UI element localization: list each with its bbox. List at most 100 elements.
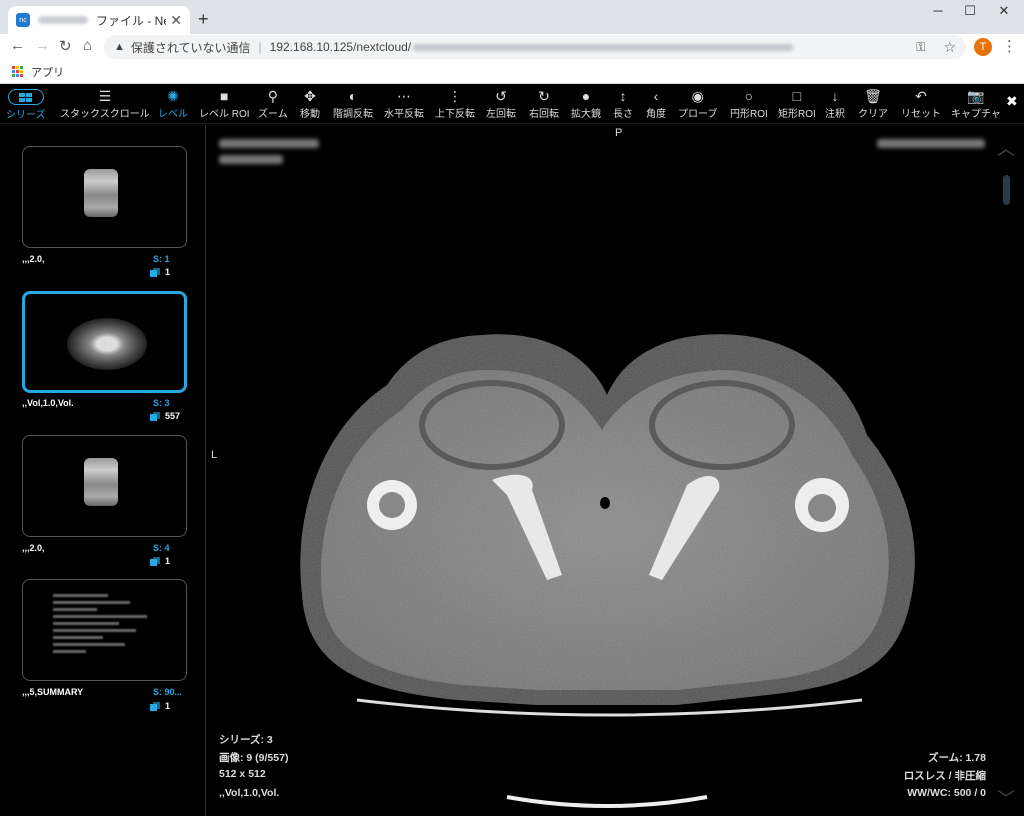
series-description-info: ,,Vol,1.0,Vol. xyxy=(219,787,280,799)
tool-label: 移動 xyxy=(300,109,320,120)
contrast-icon: ◐ xyxy=(348,88,358,104)
tool-rotate-left[interactable]: ↺ 左回転 xyxy=(486,87,516,120)
url-path-blurred xyxy=(413,43,794,51)
circle-outline-icon: ○ xyxy=(744,88,754,104)
url-host: 192.168.10.125/nextcloud/ xyxy=(269,40,412,54)
back-icon[interactable]: ← xyxy=(10,37,25,54)
tool-length[interactable]: ↕ 長さ xyxy=(613,87,633,120)
tool-label: スタックスクロール xyxy=(60,109,150,120)
tool-annotate[interactable]: ↓ 注釈 xyxy=(825,87,845,120)
axial-image xyxy=(67,318,147,370)
reload-icon[interactable]: ↻ xyxy=(59,37,72,55)
tool-label: 右回転 xyxy=(529,109,559,120)
tool-label: 長さ xyxy=(613,109,633,120)
trash-icon: 🗑 xyxy=(864,88,882,104)
warning-icon: ▲ xyxy=(114,41,125,53)
zoom-info: ズーム: 1.78 xyxy=(927,752,986,764)
home-icon[interactable]: ⌂ xyxy=(83,37,92,54)
orientation-left: L xyxy=(211,449,218,461)
security-warning-text: 保護されていない通信 xyxy=(130,40,251,55)
key-icon[interactable]: ⚿ xyxy=(916,40,925,55)
tool-clear[interactable]: 🗑 クリア xyxy=(858,87,888,120)
tool-invert[interactable]: ◐ 階調反転 xyxy=(333,87,373,120)
tool-probe[interactable]: ◉ プローブ xyxy=(678,87,717,120)
tool-label: プローブ xyxy=(678,109,718,120)
tool-ellipse-roi[interactable]: ○ 円形ROI xyxy=(730,87,768,120)
scroll-down-icon[interactable]: ﹀ xyxy=(997,785,1015,811)
scroll-up-icon[interactable]: ︿ xyxy=(997,135,1015,161)
ct-axial-image xyxy=(300,334,915,808)
tab-blurred-text xyxy=(38,16,88,24)
apps-grid-icon[interactable] xyxy=(12,66,23,77)
address-bar-row: ← → ↻ ⌂ ▲ 保護されていない通信 | 192.168.10.125/ne… xyxy=(0,34,1024,60)
series-thumbnail-1[interactable] xyxy=(22,146,187,248)
patient-id-blurred xyxy=(219,155,283,164)
tool-rotate-right[interactable]: ↻ 右回転 xyxy=(529,87,559,120)
tool-series[interactable]: シリーズ xyxy=(6,87,46,121)
window-level-info: WW/WC: 500 / 0 xyxy=(907,787,986,799)
tool-label: 注釈 xyxy=(825,109,845,120)
browser-tab[interactable]: nc ファイル - Nextcloud ✕ xyxy=(8,6,190,34)
tool-rect-roi[interactable]: □ 矩形ROI xyxy=(778,87,816,120)
undo-icon: ↶ xyxy=(915,88,927,104)
scrollbar-thumb[interactable] xyxy=(1003,175,1010,205)
dots-icon: ⋯ xyxy=(397,88,411,104)
image-count-value: 1 xyxy=(165,556,171,566)
stack-icon xyxy=(150,411,160,421)
series-thumbnail-4[interactable] xyxy=(22,579,187,681)
tool-angle[interactable]: ‹ 角度 xyxy=(646,87,666,120)
tool-label: 上下反転 xyxy=(435,109,475,120)
image-viewport[interactable]: P L ︿ ﹀ シリーズ: 3 画像: 9 (9/557) 512 x 512 … xyxy=(207,125,1024,816)
bookmarks-bar: アプリ xyxy=(0,60,1024,84)
menu-icon: ☰ xyxy=(98,88,112,104)
stack-icon xyxy=(150,556,160,566)
tool-pan[interactable]: ✥ 移動 xyxy=(300,87,320,120)
url-separator: | xyxy=(258,40,262,54)
apps-bookmark-label[interactable]: アプリ xyxy=(31,64,64,80)
orientation-top: P xyxy=(615,127,623,139)
tool-label: 矩形ROI xyxy=(778,109,816,120)
image-count-value: 1 xyxy=(165,701,171,711)
nextcloud-favicon-icon: nc xyxy=(16,13,30,27)
series-number: S: 1 xyxy=(153,254,170,264)
bookmark-star-icon[interactable]: ☆ xyxy=(943,39,956,56)
new-tab-icon[interactable]: + xyxy=(198,9,209,30)
series-number: S: 3 xyxy=(153,398,170,408)
tool-flip-vertical[interactable]: ⋮ 上下反転 xyxy=(435,87,475,120)
tool-reset[interactable]: ↶ リセット xyxy=(901,87,941,120)
tool-zoom[interactable]: ⚲ ズーム xyxy=(258,87,288,120)
window-close-icon[interactable]: ✕ xyxy=(984,3,1024,19)
image-count: 1 xyxy=(150,701,170,711)
summary-document-image xyxy=(53,590,163,657)
tool-level[interactable]: ✺ レベル xyxy=(158,87,188,120)
angle-icon: ‹ xyxy=(653,88,659,104)
square-outline-icon: □ xyxy=(792,88,802,104)
series-thumbnail-3[interactable] xyxy=(22,435,187,537)
image-count-value: 557 xyxy=(165,411,181,421)
tab-close-icon[interactable]: ✕ xyxy=(170,12,182,29)
image-count-value: 1 xyxy=(165,267,171,277)
tool-stack-scroll[interactable]: ☰ スタックスクロール xyxy=(60,87,150,120)
forward-icon[interactable]: → xyxy=(35,37,50,54)
tool-level-roi[interactable]: ■ レベル ROI xyxy=(199,87,250,120)
tool-label: シリーズ xyxy=(6,110,46,121)
tool-label: 拡大鏡 xyxy=(571,109,601,120)
browser-tab-bar: nc ファイル - Nextcloud ✕ + ─ ☐ ✕ xyxy=(0,0,1024,34)
close-viewer-icon[interactable]: ✖ xyxy=(1006,93,1018,110)
compression-info: ロスレス / 非圧縮 xyxy=(903,770,986,782)
tool-flip-horizontal[interactable]: ⋯ 水平反転 xyxy=(384,87,424,120)
tool-label: 水平反転 xyxy=(384,109,424,120)
series-thumbnail-2[interactable] xyxy=(22,291,187,393)
tool-magnify[interactable]: ● 拡大鏡 xyxy=(571,87,601,120)
browser-menu-icon[interactable]: ⋮ xyxy=(1002,37,1017,55)
url-field[interactable]: ▲ 保護されていない通信 | 192.168.10.125/nextcloud/… xyxy=(104,35,966,59)
camera-icon: 📷 xyxy=(967,88,985,104)
tool-capture[interactable]: 📷 キャプチャ xyxy=(951,87,1001,120)
probe-icon: ◉ xyxy=(691,88,704,104)
tool-label: リセット xyxy=(901,109,941,120)
image-count: 557 xyxy=(150,411,180,421)
tool-label: ズーム xyxy=(258,109,288,120)
square-icon: ■ xyxy=(220,88,229,104)
profile-avatar[interactable]: T xyxy=(974,38,992,56)
tool-label: 階調反転 xyxy=(333,109,373,120)
